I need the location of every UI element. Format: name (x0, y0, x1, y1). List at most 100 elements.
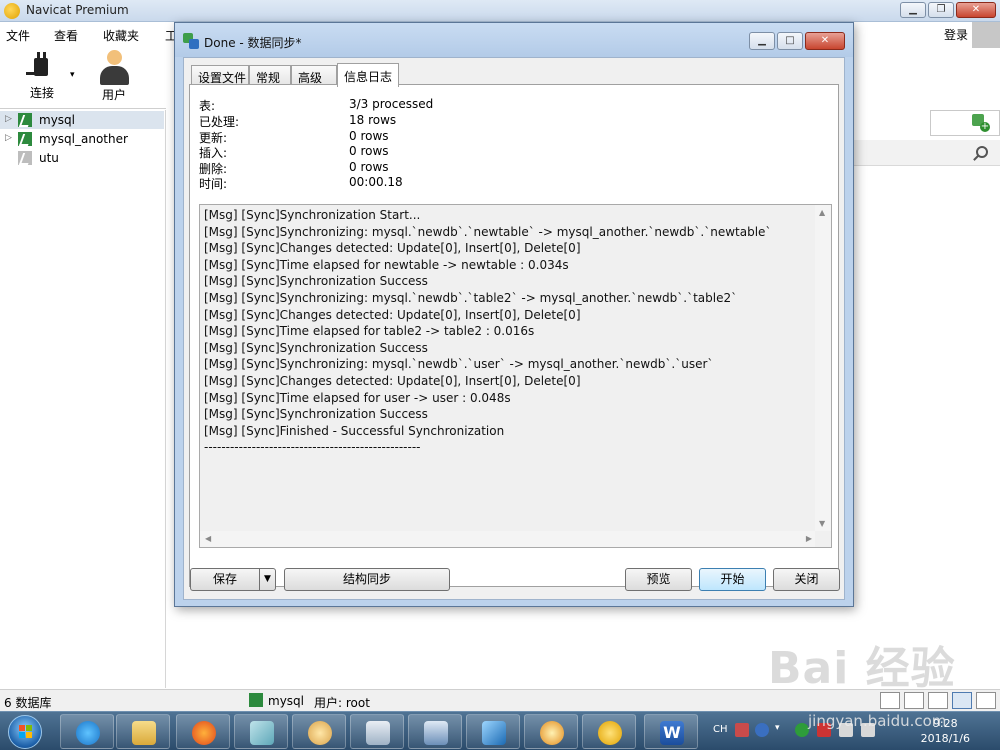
summary-label-inserted: 插入: (199, 146, 228, 160)
connect-dropdown-icon[interactable]: ▾ (70, 70, 75, 80)
tree-item-label: mysql (39, 113, 75, 127)
save-button-label: 保存 (212, 572, 237, 586)
log-line: [Msg] [Sync]Synchronizing: mysql.`newdb`… (204, 225, 772, 239)
log-output[interactable]: [Msg] [Sync]Synchronization Start... [Ms… (199, 204, 832, 548)
save-button[interactable]: 保存 ▼ (190, 568, 276, 591)
menu-file[interactable]: 文件 (6, 27, 30, 44)
magnifier-icon (540, 721, 564, 745)
summary-value-updated: 0 rows (349, 129, 389, 143)
input-method-icon[interactable] (735, 723, 749, 737)
language-indicator[interactable]: CH (713, 724, 728, 735)
log-line: [Msg] [Sync]Time elapsed for newtable ->… (204, 258, 569, 272)
dialog-minimize-button[interactable]: ▁ (749, 32, 775, 50)
tab-general[interactable]: 常规 (249, 65, 291, 86)
scroll-down-icon[interactable]: ▼ (819, 519, 825, 528)
tree-item-mysql[interactable]: ▷ mysql (0, 111, 164, 129)
expand-arrow-icon[interactable]: ▷ (5, 133, 12, 143)
taskbar-word[interactable]: W (644, 714, 698, 749)
app-titlebar: Navicat Premium ▁ ❐ ✕ (0, 0, 1000, 22)
app-window-controls: ▁ ❐ ✕ (900, 2, 996, 18)
notebook-icon (250, 721, 274, 745)
closed-connection-icon (18, 151, 32, 165)
log-horizontal-scrollbar[interactable]: ◀ ▶ (200, 531, 817, 547)
watermark-url: jingyan.baidu.com (808, 712, 947, 730)
tray-expand-icon[interactable]: ▾ (775, 723, 789, 737)
security-icon[interactable] (795, 723, 809, 737)
user-label: 用户 (101, 88, 126, 102)
start-button[interactable] (8, 715, 42, 749)
new-object-icon[interactable]: + (972, 114, 990, 132)
log-vertical-scrollbar[interactable]: ▲ ▼ (815, 205, 831, 531)
help-icon[interactable] (755, 723, 769, 737)
tree-item-mysql-another[interactable]: ▷ mysql_another (0, 130, 164, 148)
log-line: [Msg] [Sync]Synchronization Success (204, 407, 428, 421)
tree-item-utu[interactable]: utu (0, 149, 164, 167)
status-user: 用户: root (314, 696, 370, 710)
taskbar-file-explorer[interactable] (116, 714, 170, 749)
dialog-titlebar: Done - 数据同步* ▁ □ ✕ (175, 23, 853, 57)
toolbar-divider (0, 108, 166, 109)
dialog-window-controls: ▁ □ ✕ (749, 32, 845, 50)
data-sync-dialog: Done - 数据同步* ▁ □ ✕ 设置文件 常规 高级 信息日志 表: 3/… (174, 22, 854, 607)
taskbar-remote-desktop[interactable] (408, 714, 462, 749)
taskbar-paint[interactable] (292, 714, 346, 749)
log-line: [Msg] [Sync]Synchronizing: mysql.`newdb`… (204, 357, 714, 371)
save-dropdown-icon[interactable]: ▼ (259, 569, 275, 590)
log-line: [Msg] [Sync]Changes detected: Update[0],… (204, 241, 581, 255)
database-count: 6 数据库 (4, 696, 52, 710)
dialog-body: 设置文件 常规 高级 信息日志 表: 3/3 processed 已处理: 18… (183, 57, 845, 600)
dialog-title: Done - 数据同步* (204, 36, 302, 50)
user-icon (96, 50, 132, 86)
taskbar-notebook[interactable] (234, 714, 288, 749)
feather-icon (482, 721, 506, 745)
summary-label-tables: 表: (199, 99, 216, 113)
taskbar-calculator[interactable] (350, 714, 404, 749)
mysql-connection-icon (18, 132, 32, 146)
taskbar-feather-app[interactable] (466, 714, 520, 749)
log-line: [Msg] [Sync]Synchronization Start... (204, 208, 421, 222)
preview-button[interactable]: 预览 (625, 568, 692, 591)
taskbar-firefox[interactable] (176, 714, 230, 749)
close-dialog-button[interactable]: 关闭 (773, 568, 840, 591)
internet-explorer-icon (76, 721, 100, 745)
tab-message-log[interactable]: 信息日志 (337, 63, 399, 87)
user-button[interactable]: 用户 (92, 50, 136, 103)
app-title: Navicat Premium (26, 3, 129, 17)
menu-view[interactable]: 查看 (54, 27, 78, 44)
connect-button[interactable]: 连接 (20, 50, 64, 101)
login-link[interactable]: 登录 (944, 26, 968, 43)
scrollbar-corner (815, 531, 831, 547)
structure-sync-button[interactable]: 结构同步 (284, 568, 450, 591)
close-button[interactable]: ✕ (956, 2, 996, 18)
scroll-right-icon[interactable]: ▶ (806, 534, 812, 543)
navicat-icon (598, 721, 622, 745)
connection-tree: ▷ mysql ▷ mysql_another utu (0, 110, 166, 688)
menu-favorites[interactable]: 收藏夹 (103, 27, 139, 44)
minimize-button[interactable]: ▁ (900, 2, 926, 18)
log-line: [Msg] [Sync]Changes detected: Update[0],… (204, 308, 581, 322)
word-icon: W (660, 721, 684, 745)
expand-arrow-icon[interactable]: ▷ (5, 114, 12, 124)
log-line: [Msg] [Sync]Finished - Successful Synchr… (204, 424, 505, 438)
scroll-up-icon[interactable]: ▲ (819, 208, 825, 217)
tab-profile[interactable]: 设置文件 (191, 65, 249, 86)
windows-flag-icon (19, 725, 33, 739)
taskbar-search-tool[interactable] (524, 714, 578, 749)
restore-button[interactable]: ❐ (928, 2, 954, 18)
tab-advanced[interactable]: 高级 (291, 65, 337, 86)
sidebar-toggle-icon[interactable] (976, 692, 996, 709)
summary-label-processed: 已处理: (199, 115, 240, 129)
log-line: [Msg] [Sync]Time elapsed for table2 -> t… (204, 324, 535, 338)
tree-item-label: mysql_another (39, 132, 128, 146)
search-icon[interactable] (976, 146, 988, 158)
taskbar-internet-explorer[interactable] (60, 714, 114, 749)
start-button[interactable]: 开始 (699, 568, 766, 591)
scroll-left-icon[interactable]: ◀ (205, 534, 211, 543)
remote-desktop-icon (424, 721, 448, 745)
dialog-maximize-button[interactable]: □ (777, 32, 803, 50)
calculator-icon (366, 721, 390, 745)
dialog-close-button[interactable]: ✕ (805, 32, 845, 50)
connect-label: 连接 (29, 86, 54, 100)
account-avatar-icon[interactable] (972, 22, 1000, 48)
taskbar-navicat[interactable] (582, 714, 636, 749)
